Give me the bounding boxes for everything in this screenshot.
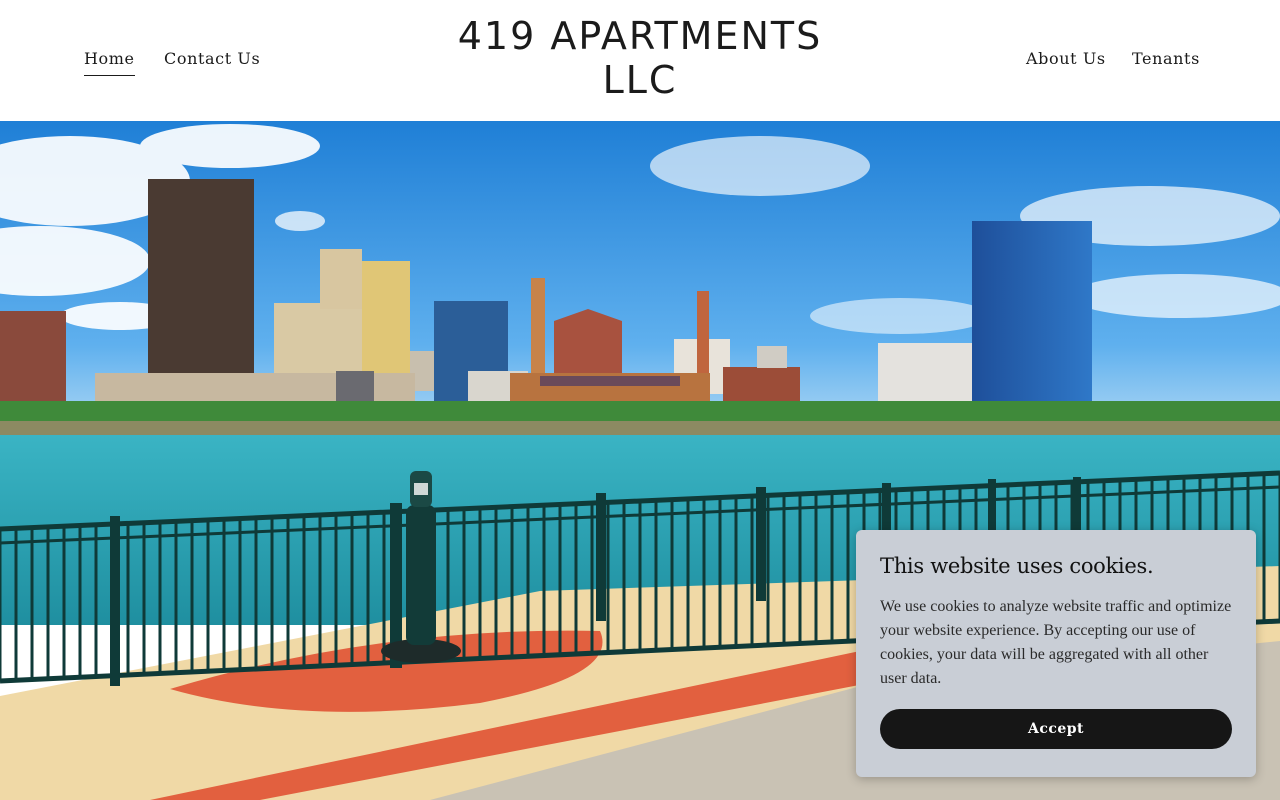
nav-about-us-link[interactable]: About Us [1026,49,1106,69]
nav-home-link[interactable]: Home [84,49,135,76]
site-title-line-2: LLC [602,58,678,102]
tree-line [0,401,1280,437]
site-title[interactable]: 419 APARTMENTS LLC [440,14,840,102]
cookie-banner: This website uses cookies. We use cookie… [856,530,1256,777]
cookie-banner-text: We use cookies to analyze website traffi… [880,598,1232,687]
accept-cookies-button[interactable]: Accept [880,709,1232,749]
site-header: Home Contact Us 419 APARTMENTS LLC About… [0,0,1280,121]
cookie-banner-title: This website uses cookies. [880,554,1154,578]
nav-contact-us-link[interactable]: Contact Us [164,49,260,69]
site-title-line-1: 419 APARTMENTS [457,14,823,58]
nav-tenants-link[interactable]: Tenants [1132,49,1200,69]
